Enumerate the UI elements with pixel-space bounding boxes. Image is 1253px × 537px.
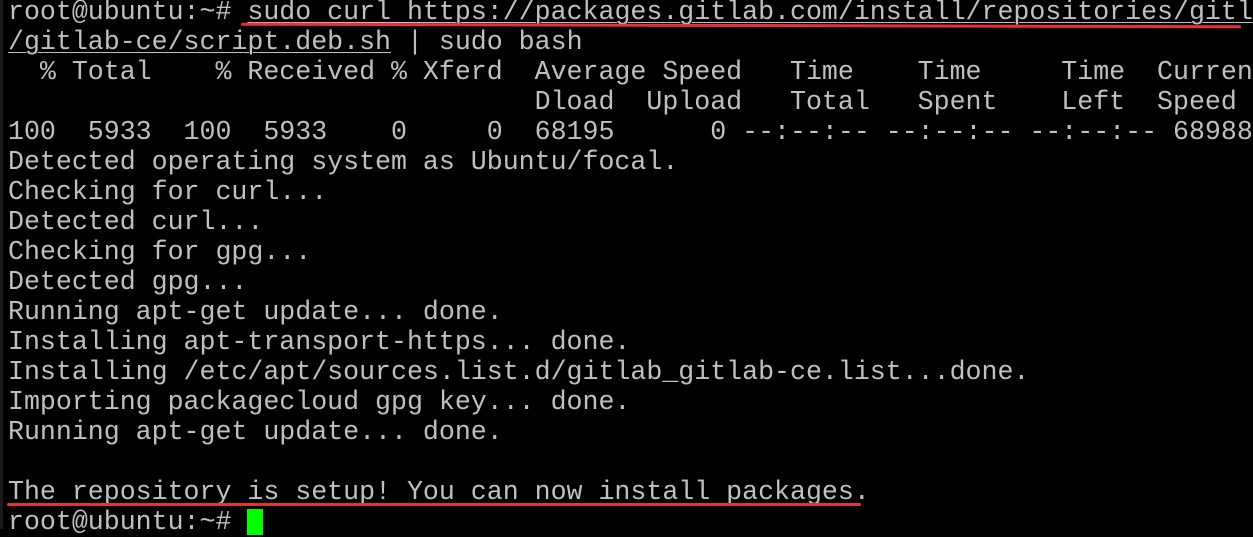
curl-header-1: % Total % Received % Xferd Average Speed… — [8, 57, 1253, 87]
curl-progress: 100 5933 100 5933 0 0 68195 0 --:--:-- -… — [8, 117, 1253, 147]
text-cursor — [247, 509, 264, 535]
output-line: Detected gpg... — [8, 267, 248, 297]
output-line: Checking for gpg... — [8, 237, 312, 267]
terminal-output: root@ubuntu:~# sudo curl https://package… — [8, 0, 1253, 537]
output-line: Running apt-get update... done. — [8, 417, 503, 447]
output-line: Running apt-get update... done. — [8, 297, 503, 327]
terminal-window[interactable]: root@ubuntu:~# sudo curl https://package… — [0, 0, 1253, 537]
final-prompt-line[interactable]: root@ubuntu:~# — [8, 507, 1253, 537]
output-line: Checking for curl... — [8, 177, 328, 207]
output-line: Installing /etc/apt/sources.list.d/gitla… — [8, 357, 1030, 387]
output-line: Detected operating system as Ubuntu/foca… — [8, 147, 679, 177]
output-line: Installing apt-transport-https... done. — [8, 327, 631, 357]
curl-header-2: Dload Upload Total Spent Left Speed — [8, 87, 1237, 117]
command-pipe: | sudo bash — [391, 27, 583, 57]
shell-prompt: root@ubuntu:~# — [8, 507, 248, 537]
output-line: Importing packagecloud gpg key... done. — [8, 387, 631, 417]
command-text-continued: /gitlab-ce/script.deb.sh — [8, 27, 392, 57]
command-line-continued: /gitlab-ce/script.deb.sh | sudo bash — [8, 27, 1253, 57]
shell-prompt: root@ubuntu:~# — [8, 0, 248, 27]
red-underline-annotation — [7, 503, 861, 506]
output-line: Detected curl... — [8, 207, 264, 237]
